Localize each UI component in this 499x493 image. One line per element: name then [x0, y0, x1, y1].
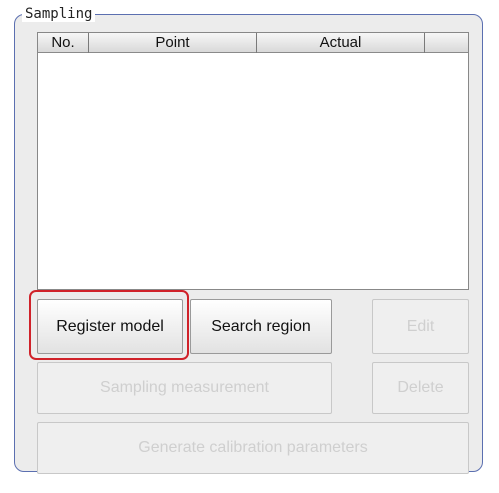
- sampling-group-title: Sampling: [22, 6, 96, 22]
- table-header: No. Point Actual: [38, 33, 468, 53]
- register-model-button[interactable]: Register model: [37, 299, 183, 354]
- edit-button[interactable]: Edit: [372, 299, 469, 354]
- column-header-actual[interactable]: Actual: [257, 33, 425, 53]
- search-region-button[interactable]: Search region: [190, 299, 332, 354]
- sampling-table[interactable]: No. Point Actual: [37, 32, 469, 290]
- column-header-extra[interactable]: [425, 33, 468, 53]
- column-header-no[interactable]: No.: [38, 33, 89, 53]
- sampling-measurement-button[interactable]: Sampling measurement: [37, 362, 332, 414]
- column-header-point[interactable]: Point: [89, 33, 257, 53]
- generate-calibration-parameters-button[interactable]: Generate calibration parameters: [37, 422, 469, 474]
- delete-button[interactable]: Delete: [372, 362, 469, 414]
